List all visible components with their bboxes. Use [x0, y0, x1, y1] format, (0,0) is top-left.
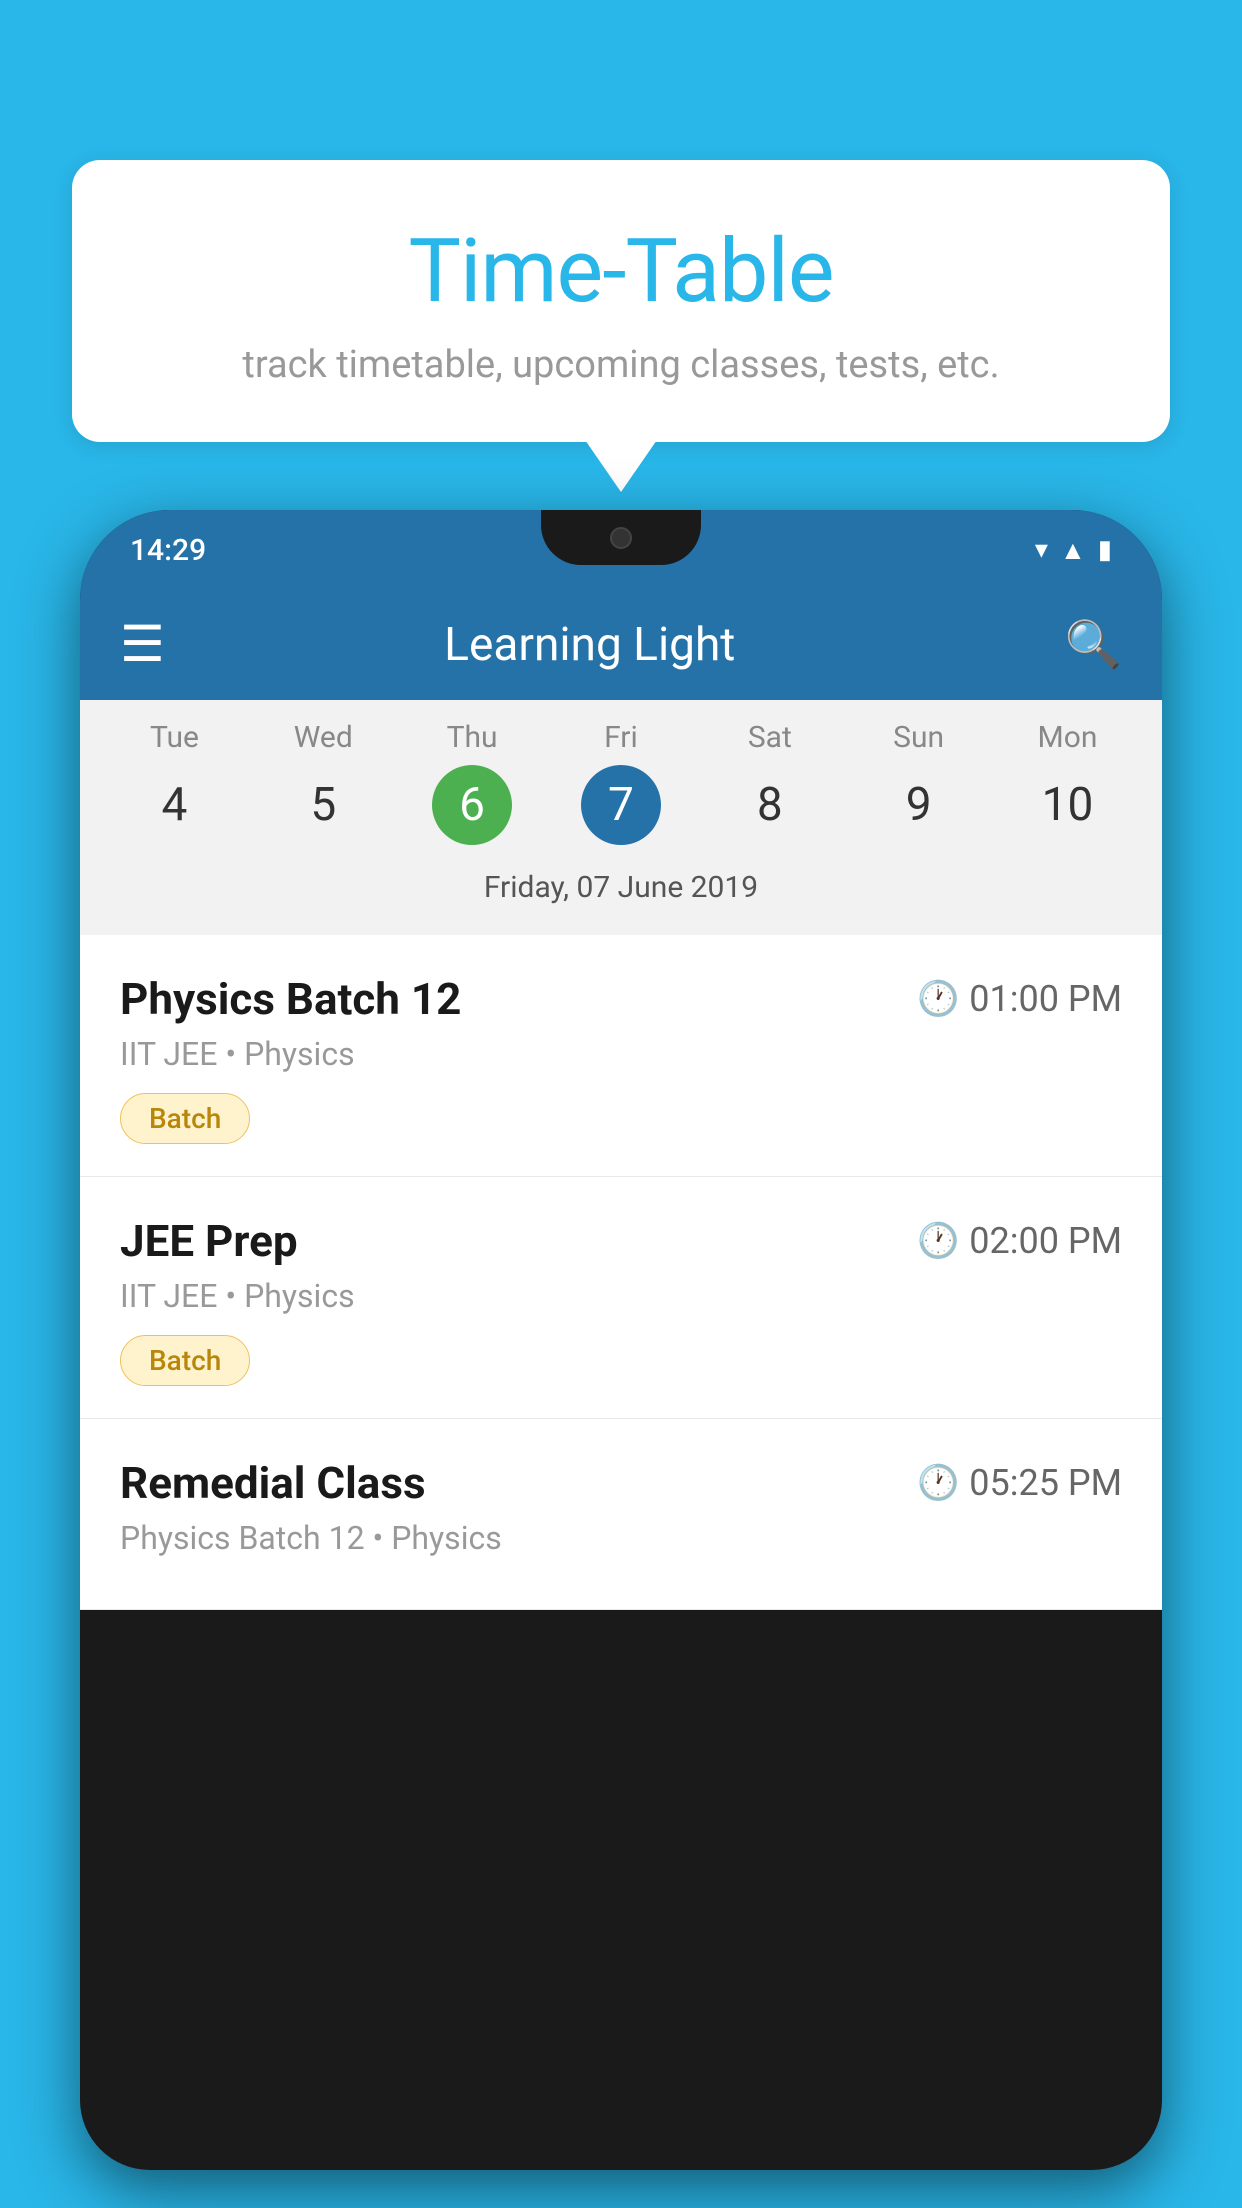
schedule-item-header: Physics Batch 12 🕐01:00 PM: [120, 973, 1122, 1025]
battery-icon: ▮: [1098, 535, 1112, 565]
schedule-title: JEE Prep: [120, 1215, 298, 1267]
day-number: 8: [730, 765, 810, 845]
status-bar: 14:29 ▾ ▲ ▮: [80, 510, 1162, 590]
app-bar: ☰ Learning Light 🔍: [80, 590, 1162, 700]
day-name: Fri: [604, 720, 638, 755]
batch-tag: Batch: [120, 1093, 250, 1144]
schedule-title: Remedial Class: [120, 1457, 426, 1509]
phone-notch: [541, 510, 701, 565]
calendar-date-label: Friday, 07 June 2019: [80, 860, 1162, 925]
calendar-day[interactable]: Wed 5: [258, 720, 388, 845]
schedule-item-header: JEE Prep 🕐02:00 PM: [120, 1215, 1122, 1267]
schedule-item[interactable]: Remedial Class 🕐05:25 PM Physics Batch 12 …: [80, 1419, 1162, 1610]
status-time: 14:29: [130, 533, 206, 568]
schedule-item[interactable]: JEE Prep 🕐02:00 PM IIT JEE • Physics Batch: [80, 1177, 1162, 1419]
day-name: Sat: [748, 720, 792, 755]
calendar-day[interactable]: Tue 4: [109, 720, 239, 845]
schedule-item-header: Remedial Class 🕐05:25 PM: [120, 1457, 1122, 1509]
clock-icon: 🕐: [917, 1463, 959, 1503]
day-number: 9: [879, 765, 959, 845]
clock-icon: 🕐: [917, 1221, 959, 1261]
day-name: Mon: [1038, 720, 1098, 755]
calendar-day[interactable]: Sat 8: [705, 720, 835, 845]
schedule-time: 🕐02:00 PM: [917, 1220, 1122, 1262]
status-icons: ▾ ▲ ▮: [1035, 535, 1112, 566]
clock-icon: 🕐: [917, 979, 959, 1019]
app-title: Learning Light: [115, 618, 1065, 672]
day-name: Tue: [150, 720, 199, 755]
schedule-time: 🕐01:00 PM: [917, 978, 1122, 1020]
speech-bubble-title: Time-Table: [132, 220, 1110, 323]
schedule-time: 🕐05:25 PM: [917, 1462, 1122, 1504]
calendar-day[interactable]: Mon 10: [1002, 720, 1132, 845]
signal-icon: ▲: [1060, 535, 1086, 566]
schedule-list: Physics Batch 12 🕐01:00 PM IIT JEE • Physi…: [80, 935, 1162, 1610]
speech-bubble-container: Time-Table track timetable, upcoming cla…: [72, 160, 1170, 442]
day-number: 6: [432, 765, 512, 845]
day-name: Thu: [447, 720, 498, 755]
schedule-subtitle: IIT JEE • Physics: [120, 1277, 1122, 1315]
calendar-day[interactable]: Fri 7: [556, 720, 686, 845]
phone-frame: 14:29 ▾ ▲ ▮ ☰ Learning Light 🔍 Tue4Wed5T…: [80, 510, 1162, 2170]
calendar-strip: Tue 4 Wed 5 Thu 6 Fri 7 Sat 8 Sun 9 Mon 10 Friday, 07…: [80, 700, 1162, 935]
speech-bubble: Time-Table track timetable, upcoming cla…: [72, 160, 1170, 442]
day-name: Wed: [294, 720, 353, 755]
camera-icon: [610, 527, 632, 549]
phone-container: 14:29 ▾ ▲ ▮ ☰ Learning Light 🔍 Tue4Wed5T…: [80, 510, 1162, 2208]
day-name: Sun: [893, 720, 944, 755]
schedule-subtitle: Physics Batch 12 • Physics: [120, 1519, 1122, 1557]
day-number: 5: [283, 765, 363, 845]
batch-tag: Batch: [120, 1335, 250, 1386]
calendar-days: Tue 4 Wed 5 Thu 6 Fri 7 Sat 8 Sun 9 Mon 10: [80, 720, 1162, 845]
calendar-day[interactable]: Thu 6: [407, 720, 537, 845]
day-number: 10: [1027, 765, 1107, 845]
search-icon[interactable]: 🔍: [1065, 618, 1122, 672]
day-number: 7: [581, 765, 661, 845]
day-number: 4: [134, 765, 214, 845]
wifi-icon: ▾: [1035, 535, 1048, 565]
speech-bubble-subtitle: track timetable, upcoming classes, tests…: [132, 343, 1110, 387]
schedule-subtitle: IIT JEE • Physics: [120, 1035, 1122, 1073]
calendar-day[interactable]: Sun 9: [854, 720, 984, 845]
schedule-title: Physics Batch 12: [120, 973, 461, 1025]
schedule-item[interactable]: Physics Batch 12 🕐01:00 PM IIT JEE • Physi…: [80, 935, 1162, 1177]
